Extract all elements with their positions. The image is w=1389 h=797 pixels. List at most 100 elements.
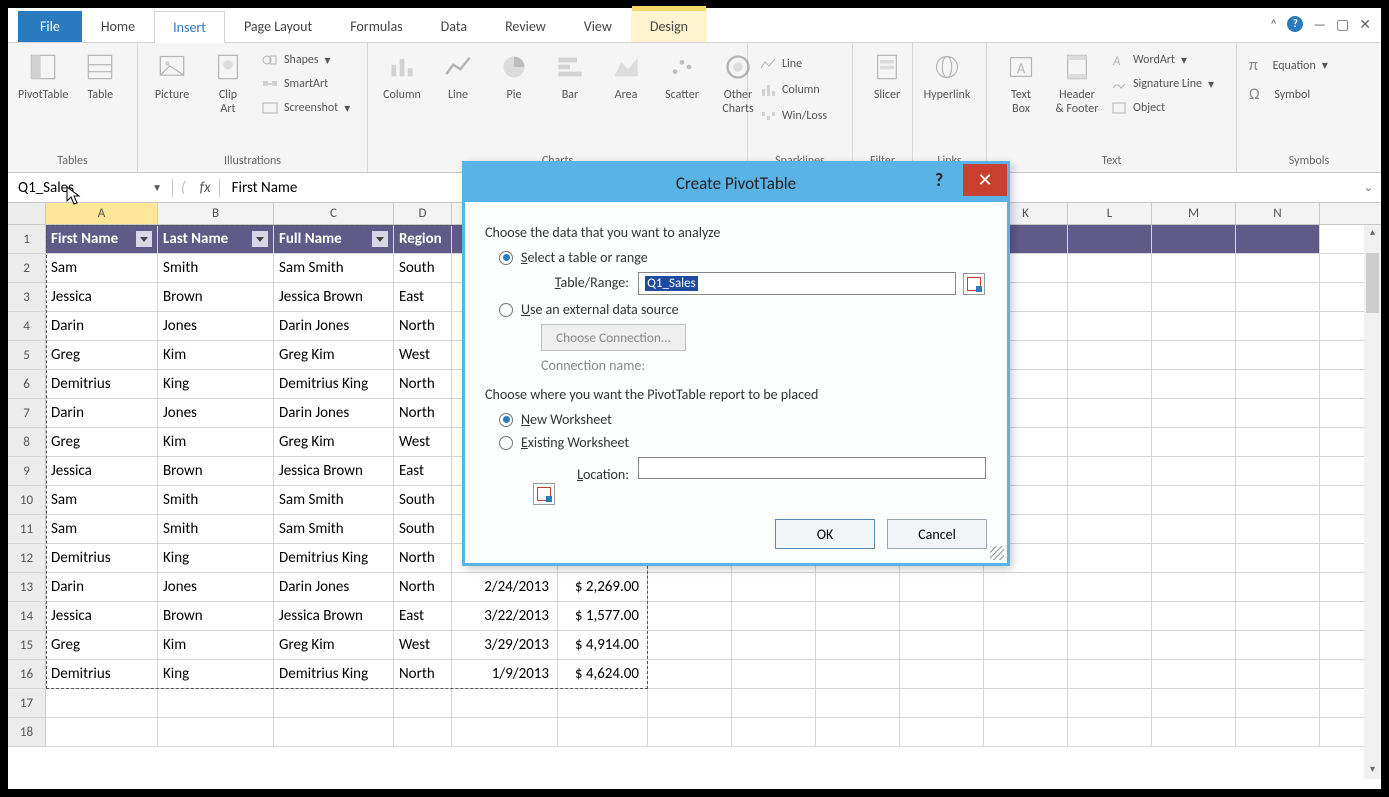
table-range-input[interactable]: Q1_Sales (638, 272, 956, 295)
cell[interactable] (984, 660, 1068, 688)
cell[interactable] (1152, 341, 1236, 369)
cell[interactable]: Demitrius (46, 370, 158, 398)
location-input[interactable] (638, 457, 986, 479)
cell[interactable] (158, 689, 274, 717)
table-header-cell[interactable]: Last Name (158, 225, 274, 253)
tab-design[interactable]: Design (631, 10, 707, 42)
location-range-picker-icon[interactable] (533, 483, 555, 505)
cell[interactable] (1152, 283, 1236, 311)
cell[interactable]: Greg (46, 631, 158, 659)
cell[interactable]: Jessica Brown (274, 602, 394, 630)
dialog-titlebar[interactable]: Create PivotTable ? ✕ (465, 164, 1007, 202)
cell[interactable] (158, 718, 274, 746)
cell[interactable]: King (158, 370, 274, 398)
formula-expand-icon[interactable]: ⌄ (1356, 181, 1381, 194)
cell[interactable]: $ 1,577.00 (558, 602, 648, 630)
cell[interactable] (816, 573, 900, 601)
cell[interactable] (1152, 225, 1236, 253)
cell[interactable]: Jessica Brown (274, 457, 394, 485)
cell[interactable] (1152, 544, 1236, 572)
cell[interactable]: Brown (158, 457, 274, 485)
cell[interactable]: Kim (158, 428, 274, 456)
cell[interactable] (1068, 689, 1152, 717)
cell[interactable]: West (394, 341, 452, 369)
cell[interactable]: Kim (158, 631, 274, 659)
cell[interactable] (1068, 486, 1152, 514)
cell[interactable]: Sam Smith (274, 515, 394, 543)
row-header[interactable]: 17 (8, 689, 46, 717)
ok-button[interactable]: OK (775, 519, 875, 549)
cell[interactable] (394, 689, 452, 717)
cell[interactable] (1236, 341, 1320, 369)
picture-button[interactable]: Picture (148, 49, 196, 103)
cell[interactable] (1068, 225, 1152, 253)
screenshot-button[interactable]: Screenshot ▾ (260, 97, 352, 119)
hyperlink-button[interactable]: Hyperlink (923, 49, 971, 103)
row-header[interactable]: 3 (8, 283, 46, 311)
cell[interactable] (1068, 718, 1152, 746)
cell[interactable]: Brown (158, 602, 274, 630)
cell[interactable]: Smith (158, 254, 274, 282)
cell[interactable] (1236, 573, 1320, 601)
cell[interactable] (1236, 689, 1320, 717)
cell[interactable]: 2/24/2013 (452, 573, 558, 601)
radio-new-worksheet[interactable]: New Worksheet (499, 411, 987, 428)
cell[interactable]: Jessica (46, 457, 158, 485)
name-box[interactable]: Q1_Sales▼ (8, 179, 173, 197)
cell[interactable] (732, 602, 816, 630)
cell[interactable]: Smith (158, 486, 274, 514)
cell[interactable]: Darin Jones (274, 399, 394, 427)
cell[interactable] (1236, 718, 1320, 746)
cell[interactable]: Jessica Brown (274, 283, 394, 311)
dialog-close-button[interactable]: ✕ (963, 164, 1007, 196)
cell[interactable] (900, 718, 984, 746)
range-picker-icon[interactable] (963, 273, 985, 295)
cell[interactable] (274, 689, 394, 717)
chart-line-button[interactable]: Line (434, 49, 482, 103)
cell[interactable] (1068, 399, 1152, 427)
window-close-icon[interactable]: ✕ (1359, 16, 1371, 33)
chart-pie-button[interactable]: Pie (490, 49, 538, 103)
cell[interactable]: King (158, 660, 274, 688)
cell[interactable] (1236, 428, 1320, 456)
cell[interactable] (1152, 486, 1236, 514)
cell[interactable] (1152, 660, 1236, 688)
cell[interactable] (1068, 457, 1152, 485)
cell[interactable] (816, 631, 900, 659)
cell[interactable] (1152, 718, 1236, 746)
help-icon[interactable]: ? (1287, 16, 1303, 32)
cell[interactable]: East (394, 602, 452, 630)
cell[interactable]: North (394, 312, 452, 340)
cell[interactable] (1068, 370, 1152, 398)
col-header-L[interactable]: L (1068, 203, 1152, 224)
scroll-thumb[interactable] (1366, 253, 1379, 313)
row-header[interactable]: 2 (8, 254, 46, 282)
resize-grip-icon[interactable] (990, 546, 1004, 560)
cell[interactable] (648, 573, 732, 601)
vertical-scrollbar[interactable]: ▴ ▾ (1364, 225, 1381, 779)
row-header[interactable]: 10 (8, 486, 46, 514)
cell[interactable]: North (394, 370, 452, 398)
cell[interactable]: Jones (158, 399, 274, 427)
cell[interactable]: Darin (46, 573, 158, 601)
cell[interactable]: North (394, 573, 452, 601)
cell[interactable]: Demitrius King (274, 660, 394, 688)
fx-label[interactable]: fx (173, 179, 220, 197)
cell[interactable] (1236, 486, 1320, 514)
pivottable-button[interactable]: PivotTable (18, 49, 68, 103)
cell[interactable] (984, 631, 1068, 659)
cell[interactable] (1236, 515, 1320, 543)
cell[interactable] (1152, 573, 1236, 601)
cell[interactable] (394, 718, 452, 746)
window-minimize-icon[interactable]: — (1313, 16, 1326, 33)
textbox-button[interactable]: AText Box (997, 49, 1045, 117)
select-all-corner[interactable] (8, 203, 46, 224)
cell[interactable] (984, 718, 1068, 746)
shapes-button[interactable]: Shapes ▾ (260, 49, 352, 71)
row-header[interactable]: 7 (8, 399, 46, 427)
cell[interactable] (984, 573, 1068, 601)
cell[interactable] (984, 689, 1068, 717)
row-header[interactable]: 4 (8, 312, 46, 340)
cell[interactable] (1236, 602, 1320, 630)
smartart-button[interactable]: SmartArt (260, 73, 352, 95)
